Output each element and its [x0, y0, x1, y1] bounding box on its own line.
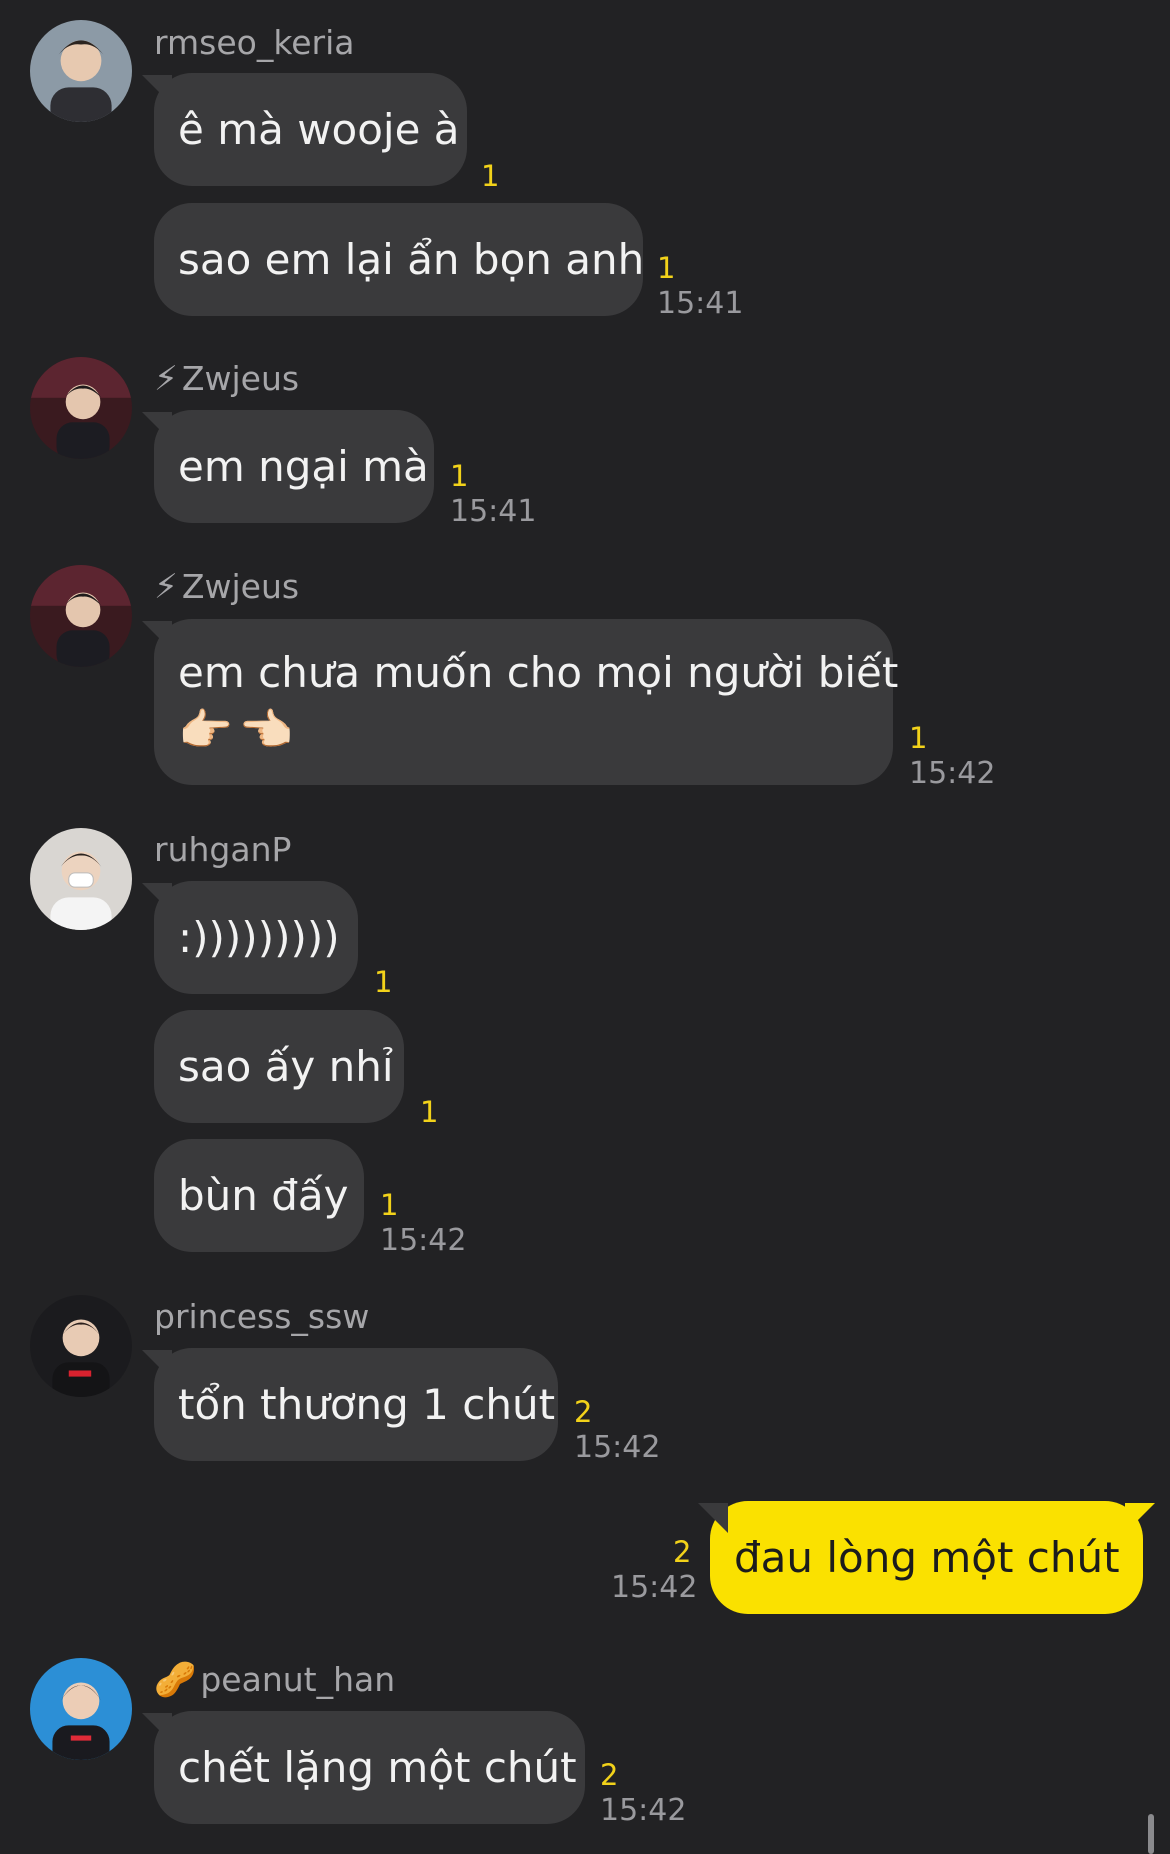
scrollbar[interactable] [1148, 1814, 1154, 1854]
message-text: ê mà wooje à [178, 104, 460, 154]
message-text: chết lặng một chút [178, 1742, 577, 1792]
message-time: 15:42 [909, 756, 996, 791]
message-time: 15:42 [600, 1793, 687, 1828]
message-bubble[interactable]: bùn đấy [154, 1139, 364, 1252]
avatar-peanut-han[interactable] [30, 1658, 132, 1760]
lightning-icon: ⚡ [154, 567, 178, 607]
message-time: 15:41 [657, 286, 744, 321]
unread-count: 1 [374, 965, 393, 999]
pointing-hands-icon: 👉🏻👈🏻 [178, 705, 300, 756]
message-time: 15:42 [574, 1430, 661, 1465]
avatar-princess-ssw[interactable] [30, 1295, 132, 1397]
sender-name: ⚡ Zwjeus [154, 359, 300, 399]
message-bubble[interactable]: sao ấy nhỉ [154, 1010, 404, 1123]
message-bubble[interactable]: chết lặng một chút [154, 1711, 585, 1824]
message-text: đau lòng một chút [734, 1532, 1120, 1582]
sender-name: rmseo_keria [154, 23, 355, 62]
unread-count: 1 [420, 1095, 439, 1129]
unread-count: 1 [450, 459, 469, 493]
message-text: sao em lại ẩn bọn anh [178, 234, 645, 284]
lightning-icon: ⚡ [154, 359, 178, 399]
message-text: bùn đấy [178, 1170, 349, 1220]
peanut-icon: 🥜 [154, 1660, 197, 1700]
unread-count: 2 [574, 1395, 593, 1429]
message-bubble[interactable]: em ngại mà [154, 410, 434, 523]
unread-count: 1 [909, 721, 928, 755]
chat-screen: { "messages": { "g1": { "sender": "rmseo… [0, 0, 1170, 1854]
sender-name: ruhganP [154, 830, 292, 869]
message-bubble[interactable]: :))))))))) [154, 881, 358, 994]
message-text: em chưa muốn cho mọi người biết [178, 648, 899, 697]
message-time: 15:42 [380, 1223, 467, 1258]
avatar-ruhganp[interactable] [30, 828, 132, 930]
message-bubble[interactable]: ê mà wooje à [154, 73, 467, 186]
message-text: em ngại mà [178, 441, 429, 491]
unread-count: 1 [657, 251, 676, 285]
avatar-rmseo-keria[interactable] [30, 20, 132, 122]
avatar-zwjeus[interactable] [30, 357, 132, 459]
message-bubble[interactable]: em chưa muốn cho mọi người biết 👉🏻👈🏻 [154, 619, 898, 785]
unread-count: 2 [600, 1758, 619, 1792]
message-text: sao ấy nhỉ [178, 1041, 394, 1091]
message-bubble[interactable]: sao em lại ẩn bọn anh [154, 203, 645, 316]
avatar-zwjeus[interactable] [30, 565, 132, 667]
message-text: tổn thương 1 chút [178, 1379, 556, 1429]
message-bubble[interactable]: tổn thương 1 chút [154, 1348, 558, 1461]
sender-name: princess_ssw [154, 1297, 370, 1336]
message-time: 15:42 [611, 1570, 698, 1605]
sender-name: ⚡ Zwjeus [154, 567, 300, 607]
unread-count: 2 [673, 1535, 692, 1569]
message-text: :))))))))) [178, 912, 340, 962]
sender-name: 🥜 peanut_han [154, 1660, 396, 1700]
message-time: 15:41 [450, 494, 537, 529]
unread-count: 1 [481, 159, 500, 193]
unread-count: 1 [380, 1188, 399, 1222]
my-message-bubble[interactable]: đau lòng một chút [710, 1501, 1143, 1614]
